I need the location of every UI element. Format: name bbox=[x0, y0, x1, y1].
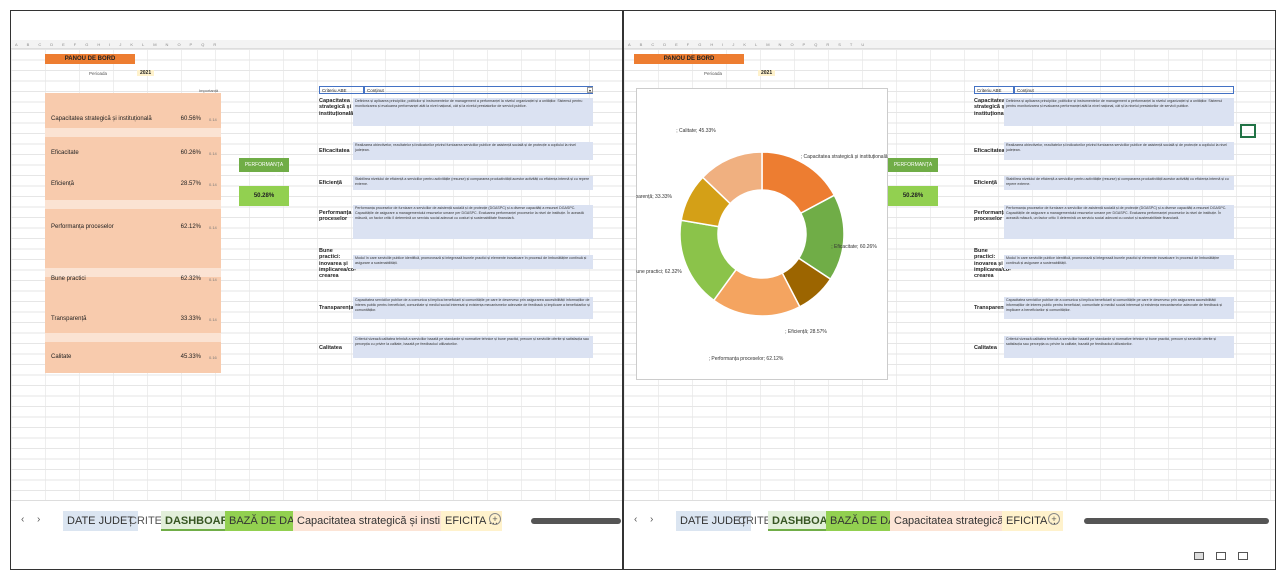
prev-sheet-icon[interactable]: ‹ bbox=[21, 514, 24, 525]
criteria-stripe bbox=[45, 128, 221, 137]
table-header-criteria[interactable]: Criteriu ABE bbox=[974, 86, 1014, 94]
dashboard-title: PANOU DE BORD bbox=[634, 54, 744, 64]
criterion-percent: 28.57% bbox=[180, 181, 201, 187]
criterion-percent: 62.12% bbox=[180, 224, 201, 230]
aggregate-performance-label: PERFORMANȚA AGREGATĂ bbox=[239, 158, 289, 182]
criterion-percent: 60.26% bbox=[180, 150, 201, 156]
donut-data-label: ; Capacitatea strategică și instituționa… bbox=[801, 154, 888, 160]
table-row-content: Criteriul vizează calitatea tehnică a se… bbox=[353, 336, 593, 358]
table-row-content: Stabilirea nivelului de eficiență a serv… bbox=[1004, 176, 1234, 190]
selected-cell[interactable] bbox=[1240, 124, 1256, 138]
period-label: Perioada bbox=[704, 71, 723, 76]
criteria-stripe bbox=[45, 333, 221, 342]
criteria-stripe bbox=[45, 200, 221, 209]
left-spreadsheet: ABCDEFGHIJKLMNOPQR PANOU DE BORD Perioad… bbox=[11, 40, 622, 540]
table-row-content: Capacitatea serviciilor publice de a com… bbox=[1004, 297, 1234, 319]
table-row-content: Capacitatea serviciilor publice de a com… bbox=[353, 297, 593, 319]
tab-capacitatea[interactable]: Capacitatea strategică și insti bbox=[293, 511, 445, 531]
table-row-content: Modul în care serviciile publice identif… bbox=[353, 255, 593, 269]
add-sheet-icon[interactable]: + bbox=[1048, 513, 1060, 525]
normal-view-icon[interactable] bbox=[1194, 552, 1204, 560]
sheet-tabs-bar: ‹ › DATE JUDEȚ CRITERII DASHBOARD BAZĂ D… bbox=[624, 500, 1275, 540]
table-row-content: Realizarea obiectivelor, rezultatelor și… bbox=[1004, 142, 1234, 160]
criterion-name: Calitate bbox=[51, 354, 72, 360]
prev-sheet-icon[interactable]: ‹ bbox=[634, 514, 637, 525]
right-spreadsheet: ABCDEFGHIJKLMNOPQRSTU PANOU DE BORD Peri… bbox=[624, 40, 1275, 540]
criterion-weight: 0.14 bbox=[209, 151, 217, 156]
criterion-weight: 0.14 bbox=[209, 182, 217, 187]
aggregate-performance-value: 50.28% bbox=[239, 186, 289, 206]
next-sheet-icon[interactable]: › bbox=[37, 514, 40, 525]
next-sheet-icon[interactable]: › bbox=[650, 514, 653, 525]
horizontal-scrollbar[interactable] bbox=[1084, 518, 1269, 524]
period-value[interactable]: 2021 bbox=[758, 70, 776, 76]
horizontal-scrollbar[interactable] bbox=[531, 518, 621, 524]
donut-chart: ; Capacitatea strategică și instituționa… bbox=[636, 128, 888, 362]
page-layout-view-icon[interactable] bbox=[1216, 552, 1226, 560]
column-header-bar: ABCDEFGHIJKLMNOPQRSTU bbox=[624, 40, 1275, 49]
criterion-name: Eficiență bbox=[51, 181, 75, 187]
donut-data-label: ; Transparență; 33.33% bbox=[636, 194, 673, 200]
table-row-label: Bune practici: inovarea și implicarea/co… bbox=[319, 248, 356, 280]
period-value[interactable]: 2021 bbox=[137, 70, 155, 76]
table-row-content: Performanța proceselor de furnizare a se… bbox=[353, 205, 593, 239]
criterion-name: Transparență bbox=[51, 316, 87, 322]
criterion-name: Bune practici bbox=[51, 276, 86, 282]
criterion-weight: 0.14 bbox=[209, 117, 217, 122]
table-row-content: Criteriul vizează calitatea tehnică a se… bbox=[1004, 336, 1234, 358]
criterion-name: Performanța proceselor bbox=[51, 224, 114, 230]
period-label: Perioada bbox=[89, 71, 108, 76]
criterion-percent: 45.33% bbox=[180, 354, 201, 360]
criterion-percent: 60.56% bbox=[180, 116, 201, 122]
page-break-view-icon[interactable] bbox=[1238, 552, 1248, 560]
aggregate-performance-value: 50.28% bbox=[888, 186, 938, 206]
table-header-content[interactable]: Conținut bbox=[1014, 86, 1234, 94]
sheet-tabs-bar: ‹ › DATE JUDEȚ CRITERII DASHBOARD BAZĂ D… bbox=[11, 500, 622, 540]
donut-data-label: ; Performanța proceselor; 62.12% bbox=[709, 356, 784, 362]
criterion-weight: 0.14 bbox=[209, 225, 217, 230]
aggregate-performance-label: PERFORMANȚA AGREGATĂ bbox=[888, 158, 938, 182]
table-row-content: Definirea și aplicarea principiilor, pol… bbox=[353, 98, 593, 126]
criterion-weight: 0.14 bbox=[209, 277, 217, 282]
criterion-percent: 62.32% bbox=[180, 276, 201, 282]
donut-data-label: ; Calitate; 45.33% bbox=[676, 128, 716, 134]
column-header-bar: ABCDEFGHIJKLMNOPQR bbox=[11, 40, 622, 49]
criterion-name: Eficacitate bbox=[51, 150, 79, 156]
dashboard-title: PANOU DE BORD bbox=[45, 54, 135, 64]
table-row-content: Performanța proceselor de furnizare a se… bbox=[1004, 205, 1234, 239]
add-sheet-icon[interactable]: + bbox=[489, 513, 501, 525]
donut-data-label: ; Eficiență; 28.57% bbox=[785, 329, 827, 335]
table-row-content: Modul în care serviciile publice identif… bbox=[1004, 255, 1234, 269]
criterion-name: Capacitatea strategică și instituțională bbox=[51, 116, 152, 122]
criterion-percent: 33.33% bbox=[180, 316, 201, 322]
donut-data-label: ; Bune practici; 62.32% bbox=[636, 269, 682, 275]
table-header-criteria[interactable]: Criteriu ABE bbox=[319, 86, 364, 94]
table-row-content: Definirea și aplicarea principiilor, pol… bbox=[1004, 98, 1234, 126]
criterion-weight: 0.16 bbox=[209, 355, 217, 360]
criterion-weight: 0.14 bbox=[209, 317, 217, 322]
table-row-content: Stabilirea nivelului de eficiență a serv… bbox=[353, 176, 593, 190]
donut-data-label: ; Eficacitate; 60.26% bbox=[831, 244, 877, 250]
table-row-label: Bune practici: inovarea și implicarea/co… bbox=[974, 248, 1011, 280]
filter-dropdown-icon[interactable]: ▾ bbox=[587, 87, 593, 93]
table-header-content[interactable]: Conținut bbox=[364, 86, 593, 94]
table-row-content: Realizarea obiectivelor, rezultatelor și… bbox=[353, 142, 593, 160]
